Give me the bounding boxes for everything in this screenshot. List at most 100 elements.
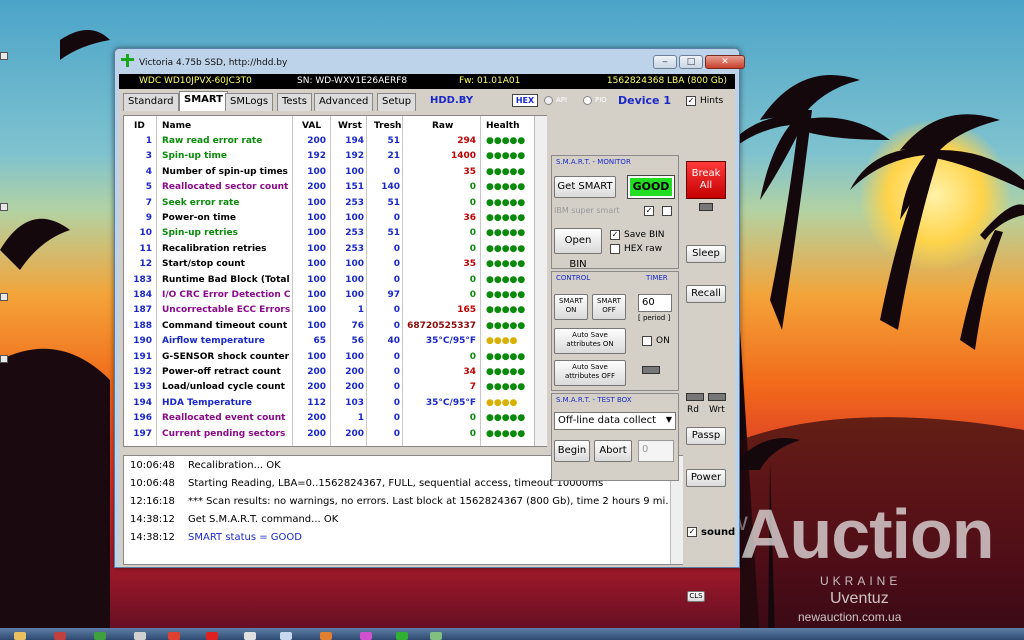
- desktop-icon[interactable]: [0, 203, 8, 211]
- attr-health: ●●●●●: [486, 243, 526, 254]
- ibm-extra-checkbox[interactable]: [662, 206, 672, 216]
- watermark-country: UKRAINE: [820, 574, 902, 588]
- table-scrollbar[interactable]: [534, 116, 547, 446]
- table-row[interactable]: 184 I/O CRC Error Detection C... 100 100 97 0…: [124, 288, 534, 303]
- attr-val: 200: [307, 367, 326, 377]
- test-select[interactable]: Off-line data collect ▼: [554, 412, 676, 430]
- table-row[interactable]: 4 Number of spin-up times 100 100 0 35 ●●●●●: [124, 165, 534, 180]
- table-row[interactable]: 194 HDA Temperature 112 103 0 35°C/95°F ●●●●: [124, 396, 534, 411]
- tab-advanced[interactable]: Advanced: [314, 93, 374, 111]
- timer-input[interactable]: 60: [638, 294, 672, 312]
- tab-smlogs[interactable]: SMLogs: [225, 93, 274, 111]
- desktop-icon[interactable]: [0, 293, 8, 301]
- taskbar-folder-icon[interactable]: [14, 632, 26, 640]
- col-wrst[interactable]: Wrst: [338, 121, 362, 131]
- get-smart-button[interactable]: Get SMART: [554, 176, 616, 198]
- test-progress-field: 0: [638, 440, 674, 462]
- table-row[interactable]: 1 Raw read error rate 200 194 51 294 ●●●●●: [124, 134, 534, 149]
- maximize-button[interactable]: □: [679, 55, 703, 69]
- taskbar-app-icon[interactable]: [94, 632, 106, 640]
- recall-button[interactable]: Recall: [686, 285, 726, 303]
- desktop-icon[interactable]: [0, 52, 8, 60]
- passp-button[interactable]: Passp: [686, 427, 726, 445]
- abort-button[interactable]: Abort: [594, 440, 632, 462]
- attr-health: ●●●●●: [486, 213, 526, 223]
- attr-tresh: 0: [393, 397, 400, 408]
- autosave-off-button[interactable]: Auto Save attributes OFF: [554, 360, 626, 386]
- table-row[interactable]: 187 Uncorrectable ECC Errors 100 1 0 165 ●●●●●: [124, 303, 534, 318]
- smart-off-button[interactable]: SMART OFF: [592, 294, 626, 320]
- break-all-button[interactable]: Break All: [686, 161, 726, 199]
- minimize-button[interactable]: ‒: [653, 55, 677, 69]
- attr-wrst: 100: [345, 290, 364, 300]
- open-bin-button[interactable]: Open BIN: [554, 228, 602, 270]
- attr-tresh: 0: [393, 166, 400, 177]
- taskbar-victoria-icon[interactable]: [396, 632, 408, 640]
- attr-raw: 0: [469, 274, 476, 285]
- pio-radio[interactable]: [583, 96, 592, 105]
- tab-setup[interactable]: Setup: [377, 93, 417, 111]
- autosave-on-checkbox[interactable]: [642, 336, 652, 346]
- taskbar-app-icon[interactable]: [206, 632, 218, 640]
- taskbar-app-icon[interactable]: [320, 632, 332, 640]
- table-row[interactable]: 188 Command timeout count 100 76 0 6872052533…: [124, 319, 534, 334]
- ibm-super-smart-label: IBM super smart: [554, 206, 620, 215]
- attr-health: ●●●●: [486, 336, 518, 347]
- table-row[interactable]: 197 Current pending sectors 200 200 0 0 ●●●●●: [124, 427, 534, 442]
- table-row[interactable]: 12 Start/stop count 100 100 0 35 ●●●●●: [124, 257, 534, 272]
- taskbar-app-icon[interactable]: [244, 632, 256, 640]
- tab-standard[interactable]: Standard: [123, 93, 179, 111]
- col-health[interactable]: Health: [486, 121, 520, 131]
- tab-tests[interactable]: Tests: [277, 93, 312, 111]
- hints-checkbox[interactable]: ✓: [686, 96, 696, 106]
- table-row[interactable]: 9 Power-on time 100 100 0 36 ●●●●●: [124, 211, 534, 226]
- taskbar-app-icon[interactable]: [54, 632, 66, 640]
- col-val[interactable]: VAL: [302, 121, 321, 131]
- col-tresh[interactable]: Tresh: [374, 121, 401, 131]
- taskbar-app-icon[interactable]: [360, 632, 372, 640]
- api-radio[interactable]: [544, 96, 553, 105]
- col-name[interactable]: Name: [162, 121, 191, 131]
- sound-checkbox[interactable]: ✓: [687, 527, 697, 537]
- tab-smart[interactable]: SMART: [179, 91, 228, 111]
- col-id[interactable]: ID: [134, 121, 145, 131]
- save-bin-checkbox[interactable]: ✓: [610, 230, 620, 240]
- table-row[interactable]: 183 Runtime Bad Block (Total) 100 100 0 0 ●●●●…: [124, 273, 534, 288]
- title-bar[interactable]: Victoria 4.75b SSD, http://hdd.by ‒ □ ✕: [115, 49, 745, 75]
- attr-raw: 0: [469, 197, 476, 208]
- table-row[interactable]: 5 Reallocated sector count 200 151 140 0 ●●●●●: [124, 180, 534, 195]
- hex-button[interactable]: HEX: [512, 94, 538, 107]
- attr-id: 187: [133, 305, 152, 316]
- table-row[interactable]: 196 Reallocated event count 200 1 0 0 ●●●●●: [124, 411, 534, 426]
- power-button[interactable]: Power: [686, 469, 726, 487]
- hdd-by-link[interactable]: HDD.BY: [430, 95, 473, 106]
- smart-on-button[interactable]: SMART ON: [554, 294, 588, 320]
- taskbar-app-icon[interactable]: [280, 632, 292, 640]
- watermark-brand: Auction: [740, 495, 995, 573]
- taskbar-browser-icon[interactable]: [168, 632, 180, 640]
- taskbar-app-icon[interactable]: [430, 632, 442, 640]
- taskbar-app-icon[interactable]: [134, 632, 146, 640]
- desktop-icon[interactable]: [0, 355, 8, 363]
- col-raw[interactable]: Raw: [432, 121, 453, 131]
- begin-button[interactable]: Begin: [554, 440, 590, 462]
- autosave-on-button[interactable]: Auto Save attributes ON: [554, 328, 626, 354]
- table-row[interactable]: 11 Recalibration retries 100 253 0 0 ●●●●●: [124, 242, 534, 257]
- write-label: Wrt: [709, 405, 725, 415]
- table-row[interactable]: 193 Load/unload cycle count 200 200 0 7 ●●●●●: [124, 380, 534, 395]
- table-row[interactable]: 190 Airflow temperature 65 56 40 35°C/95°F ●●●…: [124, 334, 534, 349]
- attr-val: 100: [307, 320, 326, 331]
- attr-name: G-SENSOR shock counter: [162, 351, 290, 362]
- hex-raw-checkbox[interactable]: [610, 244, 620, 254]
- table-row[interactable]: 7 Seek error rate 100 253 51 0 ●●●●●: [124, 196, 534, 211]
- victoria-cross-icon: [121, 54, 134, 67]
- cls-button[interactable]: CLS: [687, 591, 705, 602]
- table-row[interactable]: 192 Power-off retract count 200 200 0 34 ●●●●●: [124, 365, 534, 380]
- close-button[interactable]: ✕: [705, 55, 745, 69]
- table-row[interactable]: 10 Spin-up retries 100 253 51 0 ●●●●●: [124, 226, 534, 241]
- table-row[interactable]: 3 Spin-up time 192 192 21 1400 ●●●●●: [124, 149, 534, 164]
- ibm-super-smart-checkbox[interactable]: ✓: [644, 206, 654, 216]
- device-selector[interactable]: Device 1: [618, 94, 671, 107]
- table-row[interactable]: 191 G-SENSOR shock counter 100 100 0 0 ●●●●●: [124, 350, 534, 365]
- sleep-button[interactable]: Sleep: [686, 245, 726, 263]
